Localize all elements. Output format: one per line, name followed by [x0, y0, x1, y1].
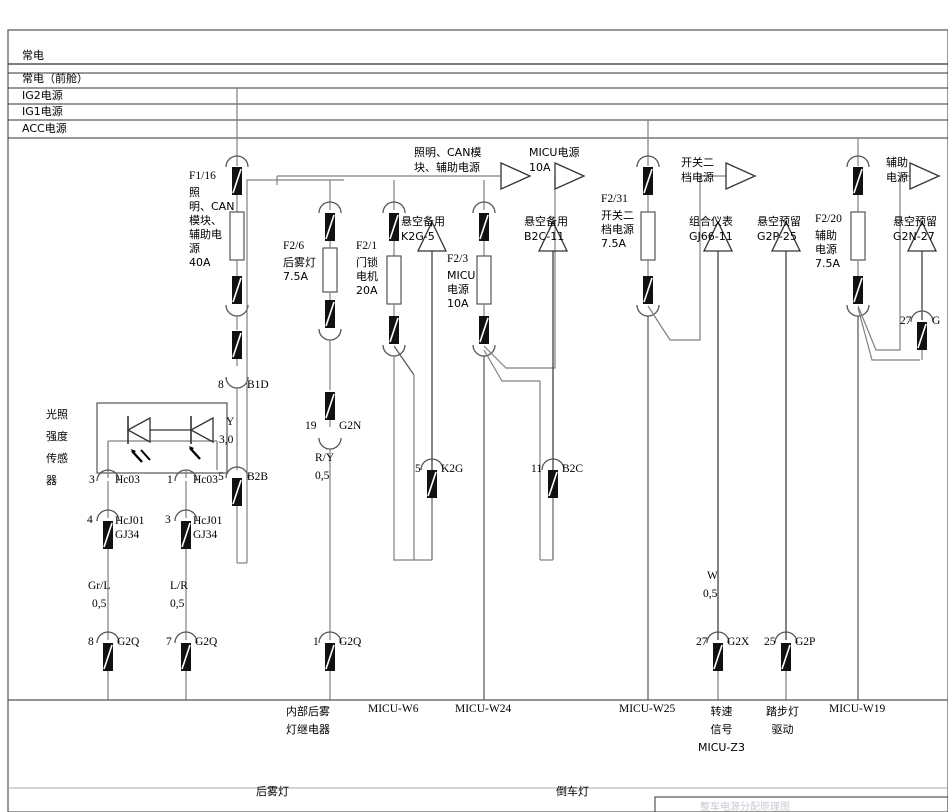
- branch-f2-3: [472, 176, 556, 700]
- wire-color-w: W: [707, 570, 718, 582]
- arrow-lighting-can-symbol: [500, 161, 532, 191]
- connector-pin-hc03-3: 3: [89, 474, 95, 486]
- fuse-desc-f2-31: 开关二 档电源 7.5A: [601, 209, 634, 250]
- connector-name-b2c-11: B2C: [562, 463, 584, 475]
- connector-name-b1d: B1D: [247, 379, 269, 391]
- connector-name-hc03-3: Hc03: [115, 474, 140, 486]
- sensor-symbol-group: [96, 402, 228, 474]
- connector-name-g2q-1: G2Q: [339, 636, 362, 648]
- connector-name-g2q-7: G2Q: [195, 636, 218, 648]
- wire-size-lr: 0,5: [170, 598, 185, 610]
- fuse-desc-f2-1: 门锁 电机 20A: [356, 256, 378, 297]
- wire-size-ry: 0,5: [315, 470, 330, 482]
- wire-color-grl: Gr/L: [88, 580, 111, 592]
- wire-size-y: 3,0: [219, 434, 234, 446]
- bus-label-ig1: IG1电源: [22, 105, 63, 118]
- fuse-code-f2-1: F2/1: [356, 240, 378, 252]
- spare-label-b2c11: 悬空备用 B2C-11: [524, 215, 568, 243]
- connector-pin-b1d: 8: [218, 379, 224, 391]
- connector-name-hcj01-3: HcJ01 GJ34: [193, 515, 223, 541]
- arrow-label-micu-power: MICU电源 10A: [529, 146, 580, 174]
- bottom-label-micu-w25: MICU-W25: [619, 703, 676, 715]
- bottom-label-micu-w24: MICU-W24: [455, 703, 512, 715]
- connector-name-g2n-27: G: [932, 315, 941, 327]
- fuse-code-f2-31: F2/31: [601, 193, 628, 205]
- bus-label-ig2: IG2电源: [22, 89, 63, 102]
- connector-name-hcj01-4: HcJ01 GJ34: [115, 515, 145, 541]
- bottom-label-speed-signal: 转速 信号 MICU-Z3: [698, 705, 745, 754]
- fuse-code-f1-16: F1/16: [189, 170, 216, 182]
- connector-pin-g2n-19: 19: [305, 420, 317, 432]
- branch-f2-6: [318, 180, 342, 700]
- connector-pin-b2c-11: 11: [531, 463, 543, 475]
- spare-label-g2n27: 悬空预留 G2N-27: [893, 215, 937, 243]
- connector-name-g2x-27: G2X: [727, 636, 750, 648]
- wire-size-grl: 0,5: [92, 598, 107, 610]
- connector-pin-g2q-8: 8: [88, 636, 94, 648]
- spare-label-gj66: 组合仪表 GJ66-11: [689, 215, 733, 243]
- fuse-code-f2-3: F2/3: [447, 253, 469, 265]
- connector-name-g2q-8: G2Q: [117, 636, 140, 648]
- arrow-label-aux: 辅助 电源: [886, 156, 908, 184]
- sensor-label: 光照 强度 传感 器: [46, 408, 68, 487]
- connector-pin-g2n-27: 27: [900, 315, 912, 327]
- spare-pole-gj66: [702, 220, 734, 700]
- fuse-code-f2-6: F2/6: [283, 240, 305, 252]
- spare-label-k2g5: 悬空备用 K2G-5: [401, 215, 445, 243]
- bottom-label-relay: 内部后雾 灯继电器: [286, 705, 330, 736]
- bottom-label-step-light: 踏步灯 驱动: [766, 705, 799, 736]
- connector-pin-g2p-25: 25: [764, 636, 776, 648]
- connector-name-g2n-19: G2N: [339, 420, 362, 432]
- bottom-box-title: 整车电源分配原理图: [700, 802, 790, 812]
- fuse-code-f2-20: F2/20: [815, 213, 842, 225]
- bottom-label-micu-w6: MICU-W6: [368, 703, 419, 715]
- bus-label-changdian: 常电: [22, 49, 44, 62]
- connector-pin-b2b: 5: [218, 471, 224, 483]
- fuse-desc-f1-16: 照 明、CAN 模块、 辅助电 源 40A: [189, 186, 235, 269]
- bus-label-acc: ACC电源: [22, 122, 67, 135]
- fuse-desc-f2-6: 后雾灯 7.5A: [283, 256, 316, 283]
- footer-label-reverse: 倒车灯: [556, 785, 589, 798]
- spare-label-g2p25: 悬空预留 G2P-25: [757, 215, 801, 243]
- bottom-label-micu-w19: MICU-W19: [829, 703, 886, 715]
- connector-pin-k2g-5: 5: [415, 463, 421, 475]
- arrow-label-lighting-can: 照明、CAN模 块、辅助电源: [414, 146, 482, 174]
- bus-label-changdian-qiancang: 常电（前舱）: [22, 72, 88, 85]
- fuse-desc-f2-20: 辅助 电源 7.5A: [815, 229, 841, 270]
- connector-name-hc03-1: Hc03: [193, 474, 218, 486]
- connector-pin-g2q-7: 7: [166, 636, 172, 648]
- wire-size-w: 0,5: [703, 588, 718, 600]
- diagram-vector-layer: [7, 29, 948, 812]
- connector-pin-g2q-1: 1: [313, 636, 319, 648]
- wire-color-ry: R/Y: [315, 452, 335, 464]
- spare-pole-g2p: [770, 220, 802, 700]
- spare-pole-k2g: [414, 220, 448, 561]
- connector-pin-hc03-1: 1: [167, 474, 173, 486]
- connector-name-g2p-25: G2P: [795, 636, 816, 648]
- wire-color-y: Y: [226, 416, 235, 428]
- spare-pole-b2c: [537, 220, 569, 561]
- connector-pin-hcj01-4: 4: [87, 514, 93, 526]
- connector-name-b2b: B2B: [247, 471, 269, 483]
- wire-color-lr: L/R: [170, 580, 188, 592]
- connector-pin-g2x-27: 27: [696, 636, 708, 648]
- arrow-label-switch2: 开关二 档电源: [681, 156, 714, 184]
- fuse-desc-f2-3: MICU 电源 10A: [447, 269, 476, 310]
- connector-pin-hcj01-3: 3: [165, 514, 171, 526]
- footer-label-rear-fog: 后雾灯: [256, 785, 289, 798]
- wiring-diagram-canvas: 常电 常电（前舱） IG2电源 IG1电源 ACC电源 F1/16 照 明、CA…: [0, 0, 948, 812]
- connector-name-k2g-5: K2G: [441, 463, 464, 475]
